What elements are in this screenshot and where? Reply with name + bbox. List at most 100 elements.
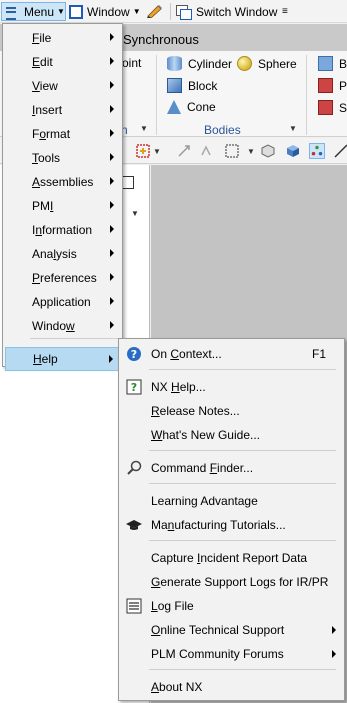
- menu-item-plm-forums[interactable]: PLM Community Forums: [121, 642, 342, 666]
- more-icon: ≡: [282, 6, 288, 17]
- quick-access-toolbar: Menu ▼ Window ▼ Switch Window ≡: [0, 0, 347, 23]
- pencil-icon[interactable]: [146, 4, 164, 18]
- menu-item-label: Learning Advantage: [151, 494, 258, 508]
- menu-item-label: What's New Guide...: [151, 428, 260, 442]
- menu-item-label: Tools: [32, 151, 61, 165]
- menu-separator: [149, 669, 336, 670]
- tab-synchronous[interactable]: Synchronous: [123, 32, 199, 47]
- vector-icon[interactable]: [176, 143, 192, 159]
- ribbon-item-right-2[interactable]: Pa: [318, 78, 347, 93]
- box-select-icon[interactable]: [224, 143, 240, 159]
- switch-window-button[interactable]: Switch Window: [176, 2, 296, 21]
- menu-item-label: Manufacturing Tutorials...: [151, 518, 286, 532]
- chevron-right-icon: [110, 105, 114, 113]
- chevron-right-icon: [110, 273, 114, 281]
- sphere-icon: [237, 56, 252, 71]
- ribbon-item-right-1[interactable]: Bo: [318, 56, 347, 71]
- menu-item-insert[interactable]: Insert: [5, 98, 120, 122]
- cube-view-icon[interactable]: [260, 143, 276, 159]
- sphere-button[interactable]: Sphere: [237, 56, 297, 71]
- menu-item-log-file[interactable]: Log File: [121, 594, 342, 618]
- main-menu-dropdown: File Edit View Insert Format Tools Assemblies P…: [2, 23, 123, 371]
- menu-item-file[interactable]: File: [5, 26, 120, 50]
- chevron-down-icon[interactable]: ▼: [289, 124, 297, 133]
- menu-item-label: Application: [32, 295, 91, 309]
- menu-item-online-support[interactable]: Online Technical Support: [121, 618, 342, 642]
- menu-item-assemblies[interactable]: Assemblies: [5, 170, 120, 194]
- menu-item-about-nx[interactable]: About NX: [121, 675, 342, 699]
- menu-button[interactable]: Menu ▼: [1, 2, 66, 21]
- menu-item-application[interactable]: Application: [5, 290, 120, 314]
- menu-item-label: Analysis: [32, 247, 77, 261]
- menu-item-manufacturing-tutorials[interactable]: Manufacturing Tutorials...: [121, 513, 342, 537]
- menu-separator: [149, 483, 336, 484]
- chevron-down-icon[interactable]: ▼: [153, 147, 161, 156]
- menu-item-view[interactable]: View: [5, 74, 120, 98]
- block-icon: [167, 78, 182, 93]
- selection-filter-icon[interactable]: [309, 143, 325, 159]
- menu-item-capture-incident[interactable]: Capture Incident Report Data: [121, 546, 342, 570]
- chevron-down-icon[interactable]: ▼: [131, 209, 139, 218]
- menu-item-learning-advantage[interactable]: Learning Advantage: [121, 489, 342, 513]
- feature-icon: [318, 78, 333, 93]
- chevron-right-icon: [110, 297, 114, 305]
- snap-point-icon[interactable]: [135, 143, 151, 159]
- cylinder-icon: [167, 56, 182, 71]
- toolbar-separator: [170, 3, 171, 20]
- chevron-right-icon: [110, 321, 114, 329]
- ribbon-separator: [156, 55, 157, 135]
- orient-icon[interactable]: [198, 143, 214, 159]
- menu-item-format[interactable]: Format: [5, 122, 120, 146]
- window-button[interactable]: Window ▼: [69, 2, 143, 21]
- chevron-down-icon: ▼: [57, 7, 65, 16]
- menu-item-label: NX Help...: [151, 380, 206, 394]
- menu-item-nx-help[interactable]: ? NX Help...: [121, 375, 342, 399]
- shaded-cube-icon[interactable]: [285, 143, 301, 159]
- menu-item-label: On Context...: [151, 347, 222, 361]
- cylinder-label: Cylinder: [188, 56, 233, 71]
- menu-button-label: Menu: [24, 4, 55, 19]
- block-label: Block: [188, 78, 218, 93]
- chevron-down-icon[interactable]: ▼: [140, 124, 148, 133]
- menu-item-on-context[interactable]: ? On Context... F1: [121, 342, 342, 366]
- menu-item-label: Help: [33, 352, 58, 366]
- chevron-right-icon: [110, 153, 114, 161]
- chevron-right-icon: [110, 225, 114, 233]
- ribbon-item-right-2-label: Pa: [339, 78, 347, 93]
- chevron-right-icon: [110, 57, 114, 65]
- chevron-right-icon: [110, 129, 114, 137]
- ribbon-item-right-3[interactable]: Sl: [318, 100, 347, 115]
- menu-item-label: Information: [32, 223, 93, 237]
- help-book-icon: ?: [126, 379, 142, 395]
- menu-item-command-finder[interactable]: Command Finder...: [121, 456, 342, 480]
- menu-item-whats-new[interactable]: What's New Guide...: [121, 423, 342, 447]
- menu-item-tools[interactable]: Tools: [5, 146, 120, 170]
- menu-item-label: Log File: [151, 599, 194, 613]
- chevron-right-icon: [109, 355, 113, 363]
- chevron-down-icon[interactable]: ▼: [247, 147, 255, 156]
- menu-item-edit[interactable]: Edit: [5, 50, 120, 74]
- menu-item-label: Online Technical Support: [151, 623, 285, 637]
- toolbar-overflow-button[interactable]: ≡: [282, 2, 288, 21]
- menu-item-support-logs[interactable]: Generate Support Logs for IR/PR: [121, 570, 342, 594]
- cone-button[interactable]: Cone: [167, 100, 216, 114]
- menu-item-release-notes[interactable]: Release Notes...: [121, 399, 342, 423]
- cylinder-button[interactable]: Cylinder: [167, 56, 232, 71]
- line-icon[interactable]: [333, 143, 347, 159]
- menu-separator: [149, 540, 336, 541]
- menu-item-label: Generate Support Logs for IR/PR: [151, 575, 329, 589]
- menu-item-analysis[interactable]: Analysis: [5, 242, 120, 266]
- block-button[interactable]: Block: [167, 78, 217, 93]
- chevron-right-icon: [110, 201, 114, 209]
- menu-item-label: About NX: [151, 680, 203, 694]
- menu-item-preferences[interactable]: Preferences: [5, 266, 120, 290]
- menu-item-label: File: [32, 31, 52, 45]
- menu-item-information[interactable]: Information: [5, 218, 120, 242]
- menu-item-window[interactable]: Window: [5, 314, 120, 338]
- menu-item-pmi[interactable]: PMI: [5, 194, 120, 218]
- chevron-right-icon: [332, 650, 336, 658]
- menu-item-label: View: [32, 79, 58, 93]
- ribbon-item-partial[interactable]: oint: [122, 56, 141, 70]
- chevron-right-icon: [110, 33, 114, 41]
- menu-item-help[interactable]: Help: [5, 347, 120, 371]
